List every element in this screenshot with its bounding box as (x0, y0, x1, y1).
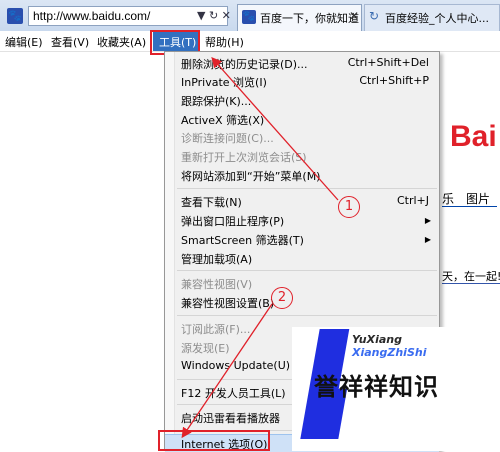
watermark-text-line2: XiangZhiShi (352, 346, 427, 359)
watermark: YuXiang XiangZhiShi 誉祥祥知识 (292, 327, 500, 451)
step-2-badge: 2 (271, 287, 293, 309)
watermark-chinese-text: 誉祥祥知识 (314, 373, 439, 401)
watermark-text-line1: YuXiang (352, 333, 402, 346)
arrow-to-tools-menu (211, 57, 339, 201)
arrow-to-internet-options (181, 303, 273, 439)
step-1-badge: 1 (338, 196, 360, 218)
